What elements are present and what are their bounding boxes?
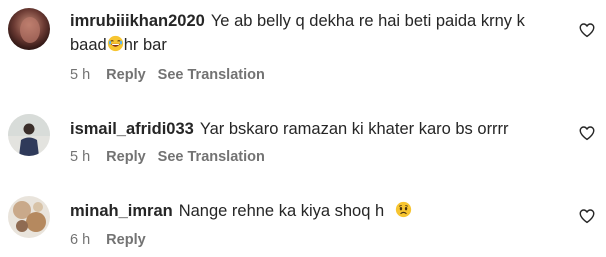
heart-outline-icon[interactable] <box>578 124 596 142</box>
comment-username[interactable]: minah_imran <box>70 202 173 220</box>
comment-time: 5 h <box>70 67 91 83</box>
comment-username[interactable]: imrubiiikhan2020 <box>70 12 205 30</box>
comment-time: 5 h <box>70 149 91 165</box>
comment-text-continued: baad hr bar <box>70 33 167 57</box>
comment-time: 6 h <box>70 232 91 248</box>
comment-text: minah_imran Nange rehne ka kiya shoq h <box>70 199 412 223</box>
comment-body: Nange rehne ka kiya shoq h <box>178 202 385 220</box>
laughing-emoji-icon <box>107 35 123 52</box>
comment-meta: 5 h Reply See Translation <box>70 67 277 83</box>
comment-body: Ye ab belly q dekha re hai beti paida kr… <box>210 12 525 30</box>
reply-button[interactable]: Reply <box>106 149 146 165</box>
heart-outline-icon[interactable] <box>578 207 596 225</box>
comment-username[interactable]: ismail_afridi033 <box>70 120 194 138</box>
heart-outline-icon[interactable] <box>578 21 596 39</box>
comment-body: Yar bskaro ramazan ki khater karo bs orr… <box>199 120 509 138</box>
comment-meta: 5 h Reply See Translation <box>70 149 277 165</box>
avatar[interactable] <box>8 114 50 156</box>
avatar[interactable] <box>8 196 50 238</box>
see-translation-button[interactable]: See Translation <box>158 149 265 165</box>
reply-button[interactable]: Reply <box>106 232 146 248</box>
comment-text: ismail_afridi033 Yar bskaro ramazan ki kh… <box>70 117 509 141</box>
sad-face-emoji-icon <box>395 201 411 218</box>
reply-button[interactable]: Reply <box>106 67 146 83</box>
avatar[interactable] <box>8 8 50 50</box>
comment-text: imrubiiikhan2020 Ye ab belly q dekha re h… <box>70 9 525 33</box>
comment-meta: 6 h Reply <box>70 232 158 248</box>
see-translation-button[interactable]: See Translation <box>158 67 265 83</box>
comment-body-end: hr bar <box>123 36 167 54</box>
comment-body-continued: baad <box>70 36 107 54</box>
